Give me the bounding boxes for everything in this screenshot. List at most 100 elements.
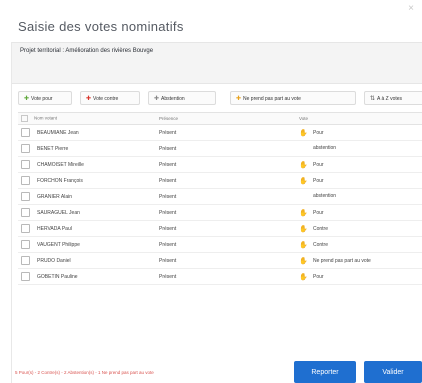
abstention-icon: ✚: [154, 96, 160, 102]
presence-cell: Présent: [156, 236, 296, 253]
vote-pour-label: Vote pour: [31, 96, 53, 102]
voter-name-cell: BEAUMIANE Jean: [18, 124, 156, 141]
a-to-z-label: A à Z votes: [377, 96, 403, 102]
vote-pour-button[interactable]: ✚ Vote pour: [18, 91, 72, 105]
voter-name: BEAUMIANE Jean: [37, 129, 79, 136]
vote-cell[interactable]: ✋ Pour: [296, 204, 422, 221]
subject-text: Projet territorial : Amélioration des ri…: [20, 48, 154, 54]
voter-name-cell: PRUDO Daniel: [18, 252, 156, 269]
vote-contre-button[interactable]: ✚ Vote contre: [80, 91, 140, 105]
thumbs-down-icon: ✚: [86, 96, 92, 102]
vote-label: Ne prend pas part au vote: [313, 257, 371, 264]
vote-label: Pour: [313, 129, 324, 136]
voter-name-cell: BENET Pierre: [18, 140, 156, 157]
thumbs-down-icon: ✋: [299, 225, 308, 233]
name-header-label: Nom votant: [34, 115, 58, 121]
dialog-border: [11, 42, 12, 383]
name-column-header[interactable]: Nom votant: [18, 112, 156, 125]
reporter-button[interactable]: Reporter: [294, 361, 356, 383]
row-checkbox[interactable]: [21, 208, 30, 217]
table-row[interactable]: GOBETIN Pauline Présent ✋ Pour: [18, 268, 422, 285]
dialog-title: Saisie des votes nominatifs: [18, 19, 184, 34]
votes-table-body: BEAUMIANE Jean Présent ✋ Pour BENET Pierre Pr…: [18, 124, 422, 285]
votes-table-container: Nom votant Présence Vote BEAUMIANE Jean P…: [18, 112, 422, 322]
votes-table: Nom votant Présence Vote BEAUMIANE Jean P…: [18, 112, 422, 285]
abstention-label: Abstention: [161, 96, 185, 102]
thumbs-up-icon: ✋: [299, 161, 308, 169]
vote-cell[interactable]: ✋ Pour: [296, 268, 422, 285]
table-row[interactable]: CHAMOISET Mireille Présent ✋ Pour: [18, 156, 422, 173]
voter-name-cell: HERVADA Paul: [18, 220, 156, 237]
voter-name: SAURAGUEL Jean: [37, 209, 80, 216]
presence-column-header[interactable]: Présence: [156, 112, 296, 125]
voter-name: HERVADA Paul: [37, 225, 72, 232]
vote-cell[interactable]: abstention: [296, 140, 422, 157]
table-row[interactable]: BENET Pierre Présent abstention: [18, 140, 422, 157]
thumbs-up-icon: ✋: [299, 177, 308, 185]
row-checkbox[interactable]: [21, 240, 30, 249]
voter-name: PRUDO Daniel: [37, 257, 71, 264]
thumbs-up-icon: ✋: [299, 273, 308, 281]
presence-cell: Présent: [156, 252, 296, 269]
vote-cell[interactable]: ✋ Pour: [296, 156, 422, 173]
hand-icon: ✋: [299, 257, 308, 265]
vote-cell[interactable]: ✋ Pour: [296, 172, 422, 189]
vote-cell[interactable]: ✋ Contre: [296, 236, 422, 253]
vote-summary: 5 Pour(s) - 2 Contre(s) - 2 Abstention(s…: [15, 370, 154, 375]
table-row[interactable]: GRANIER Alain Présent abstention: [18, 188, 422, 205]
a-to-z-button[interactable]: ⇅ A à Z votes: [364, 91, 422, 105]
thumbs-up-icon: ✋: [299, 129, 308, 137]
table-row[interactable]: SAURAGUEL Jean Présent ✋ Pour: [18, 204, 422, 221]
presence-cell: Présent: [156, 172, 296, 189]
presence-cell: Présent: [156, 204, 296, 221]
table-row[interactable]: FORCHON François Présent ✋ Pour: [18, 172, 422, 189]
abstention-button[interactable]: ✚ Abstention: [148, 91, 216, 105]
nppv-button[interactable]: ✚ Ne prend pas part au vote: [230, 91, 356, 105]
row-checkbox[interactable]: [21, 128, 30, 137]
presence-cell: Présent: [156, 156, 296, 173]
vote-cell[interactable]: ✋ Contre: [296, 220, 422, 237]
presence-cell: Présent: [156, 188, 296, 205]
voter-name: GOBETIN Pauline: [37, 273, 78, 280]
row-checkbox[interactable]: [21, 256, 30, 265]
presence-cell: Présent: [156, 140, 296, 157]
vote-label: Pour: [313, 273, 324, 280]
vote-label: abstention: [313, 145, 337, 152]
table-row[interactable]: PRUDO Daniel Présent ✋ Ne prend pas part au…: [18, 252, 422, 269]
vote-cell[interactable]: abstention: [296, 188, 422, 205]
vote-toolbar: ✚ Vote pour ✚ Vote contre ✚ Abstention ✚ Ne …: [18, 91, 422, 107]
voter-name-cell: CHAMOISET Mireille: [18, 156, 156, 173]
presence-cell: Présent: [156, 124, 296, 141]
vote-cell[interactable]: ✋ Pour: [296, 124, 422, 141]
row-checkbox[interactable]: [21, 160, 30, 169]
close-icon[interactable]: ×: [408, 4, 414, 14]
voter-name-cell: SAURAGUEL Jean: [18, 204, 156, 221]
row-checkbox[interactable]: [21, 224, 30, 233]
row-checkbox[interactable]: [21, 192, 30, 201]
voter-name: FORCHON François: [37, 177, 83, 184]
row-checkbox[interactable]: [21, 272, 30, 281]
voter-name: BENET Pierre: [37, 145, 69, 152]
valider-button[interactable]: Valider: [364, 361, 422, 383]
nppv-label: Ne prend pas part au vote: [243, 96, 301, 102]
table-row[interactable]: BEAUMIANE Jean Présent ✋ Pour: [18, 124, 422, 141]
presence-cell: Présent: [156, 268, 296, 285]
voter-name-cell: FORCHON François: [18, 172, 156, 189]
vote-column-header[interactable]: Vote: [296, 112, 422, 125]
voter-name-cell: GRANIER Alain: [18, 188, 156, 205]
voter-name-cell: GOBETIN Pauline: [18, 268, 156, 285]
table-row[interactable]: HERVADA Paul Présent ✋ Contre: [18, 220, 422, 237]
select-all-checkbox[interactable]: [21, 115, 28, 122]
voter-name: VAUGENT Philippe: [37, 241, 80, 248]
row-checkbox[interactable]: [21, 176, 30, 185]
table-row[interactable]: VAUGENT Philippe Présent ✋ Contre: [18, 236, 422, 253]
subject-panel: Projet territorial : Amélioration des ri…: [12, 42, 422, 84]
vote-label: Contre: [313, 241, 329, 248]
hand-icon: ✚: [236, 96, 242, 102]
vote-label: Pour: [313, 209, 324, 216]
row-checkbox[interactable]: [21, 144, 30, 153]
sort-icon: ⇅: [370, 96, 376, 102]
vote-cell[interactable]: ✋ Ne prend pas part au vote: [296, 252, 422, 269]
thumbs-down-icon: ✋: [299, 241, 308, 249]
voter-name: GRANIER Alain: [37, 193, 73, 200]
